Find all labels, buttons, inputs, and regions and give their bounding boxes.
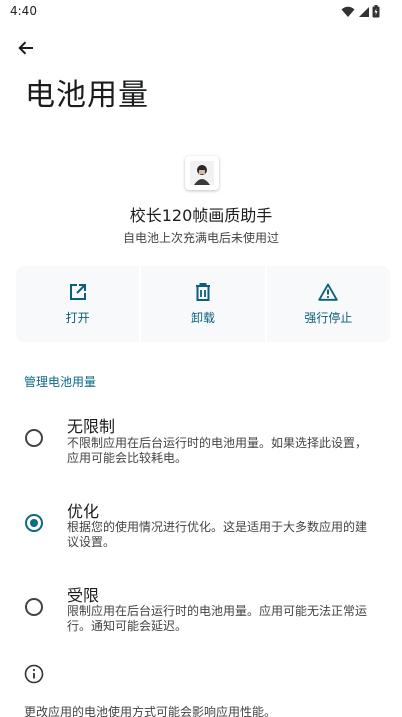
- radio-restricted[interactable]: [25, 598, 43, 616]
- battery-icon: [372, 5, 380, 18]
- radio-unrestricted[interactable]: [25, 429, 43, 447]
- arrow-left-icon: [18, 41, 33, 55]
- force-stop-label: 强行停止: [304, 310, 353, 325]
- back-button[interactable]: [11, 33, 41, 63]
- option-optimized[interactable]: 优化 根据您的使用情况进行优化。这是适用于大多数应用的建议设置。: [0, 494, 402, 554]
- open-external-icon: [69, 283, 86, 300]
- status-time: 4:40: [10, 4, 37, 18]
- status-icons: [341, 5, 380, 18]
- force-stop-button[interactable]: 强行停止: [266, 266, 390, 342]
- app-actions: 打开 卸载 强行停止: [16, 266, 390, 342]
- section-header: 管理电池用量: [24, 375, 97, 389]
- uninstall-button[interactable]: 卸载: [141, 266, 265, 342]
- uninstall-label: 卸载: [190, 310, 215, 325]
- status-bar: 4:40: [0, 0, 402, 24]
- info-icon: [24, 664, 44, 684]
- open-button[interactable]: 打开: [16, 266, 140, 342]
- option-title: 优化: [67, 502, 100, 521]
- app-name: 校长120帧画质助手: [129, 206, 273, 225]
- option-title: 无限制: [67, 417, 116, 436]
- app-usage-summary: 自电池上次充满电后未使用过: [122, 231, 279, 245]
- option-description: 根据您的使用情况进行优化。这是适用于大多数应用的建议设置。: [67, 520, 368, 549]
- signal-icon: [359, 6, 369, 17]
- option-unrestricted[interactable]: 无限制 不限制应用在后台运行时的电池用量。如果选择此设置，应用可能会比较耗电。: [0, 408, 402, 468]
- open-label: 打开: [65, 310, 90, 325]
- option-title: 受限: [67, 586, 100, 605]
- option-description: 限制应用在后台运行时的电池用量。应用可能无法正常运行。通知可能会延迟。: [67, 604, 368, 633]
- option-description: 不限制应用在后台运行时的电池用量。如果选择此设置，应用可能会比较耗电。: [67, 436, 368, 465]
- page-title: 电池用量: [25, 78, 149, 113]
- warning-icon: [318, 283, 339, 301]
- wifi-icon: [341, 6, 355, 17]
- app-icon: [185, 156, 219, 190]
- footer-note: 更改应用的电池使用方式可能会影响应用性能。: [24, 705, 277, 717]
- radio-optimized[interactable]: [25, 514, 43, 532]
- trash-icon: [195, 282, 210, 301]
- option-restricted[interactable]: 受限 限制应用在后台运行时的电池用量。应用可能无法正常运行。通知可能会延迟。: [0, 580, 402, 640]
